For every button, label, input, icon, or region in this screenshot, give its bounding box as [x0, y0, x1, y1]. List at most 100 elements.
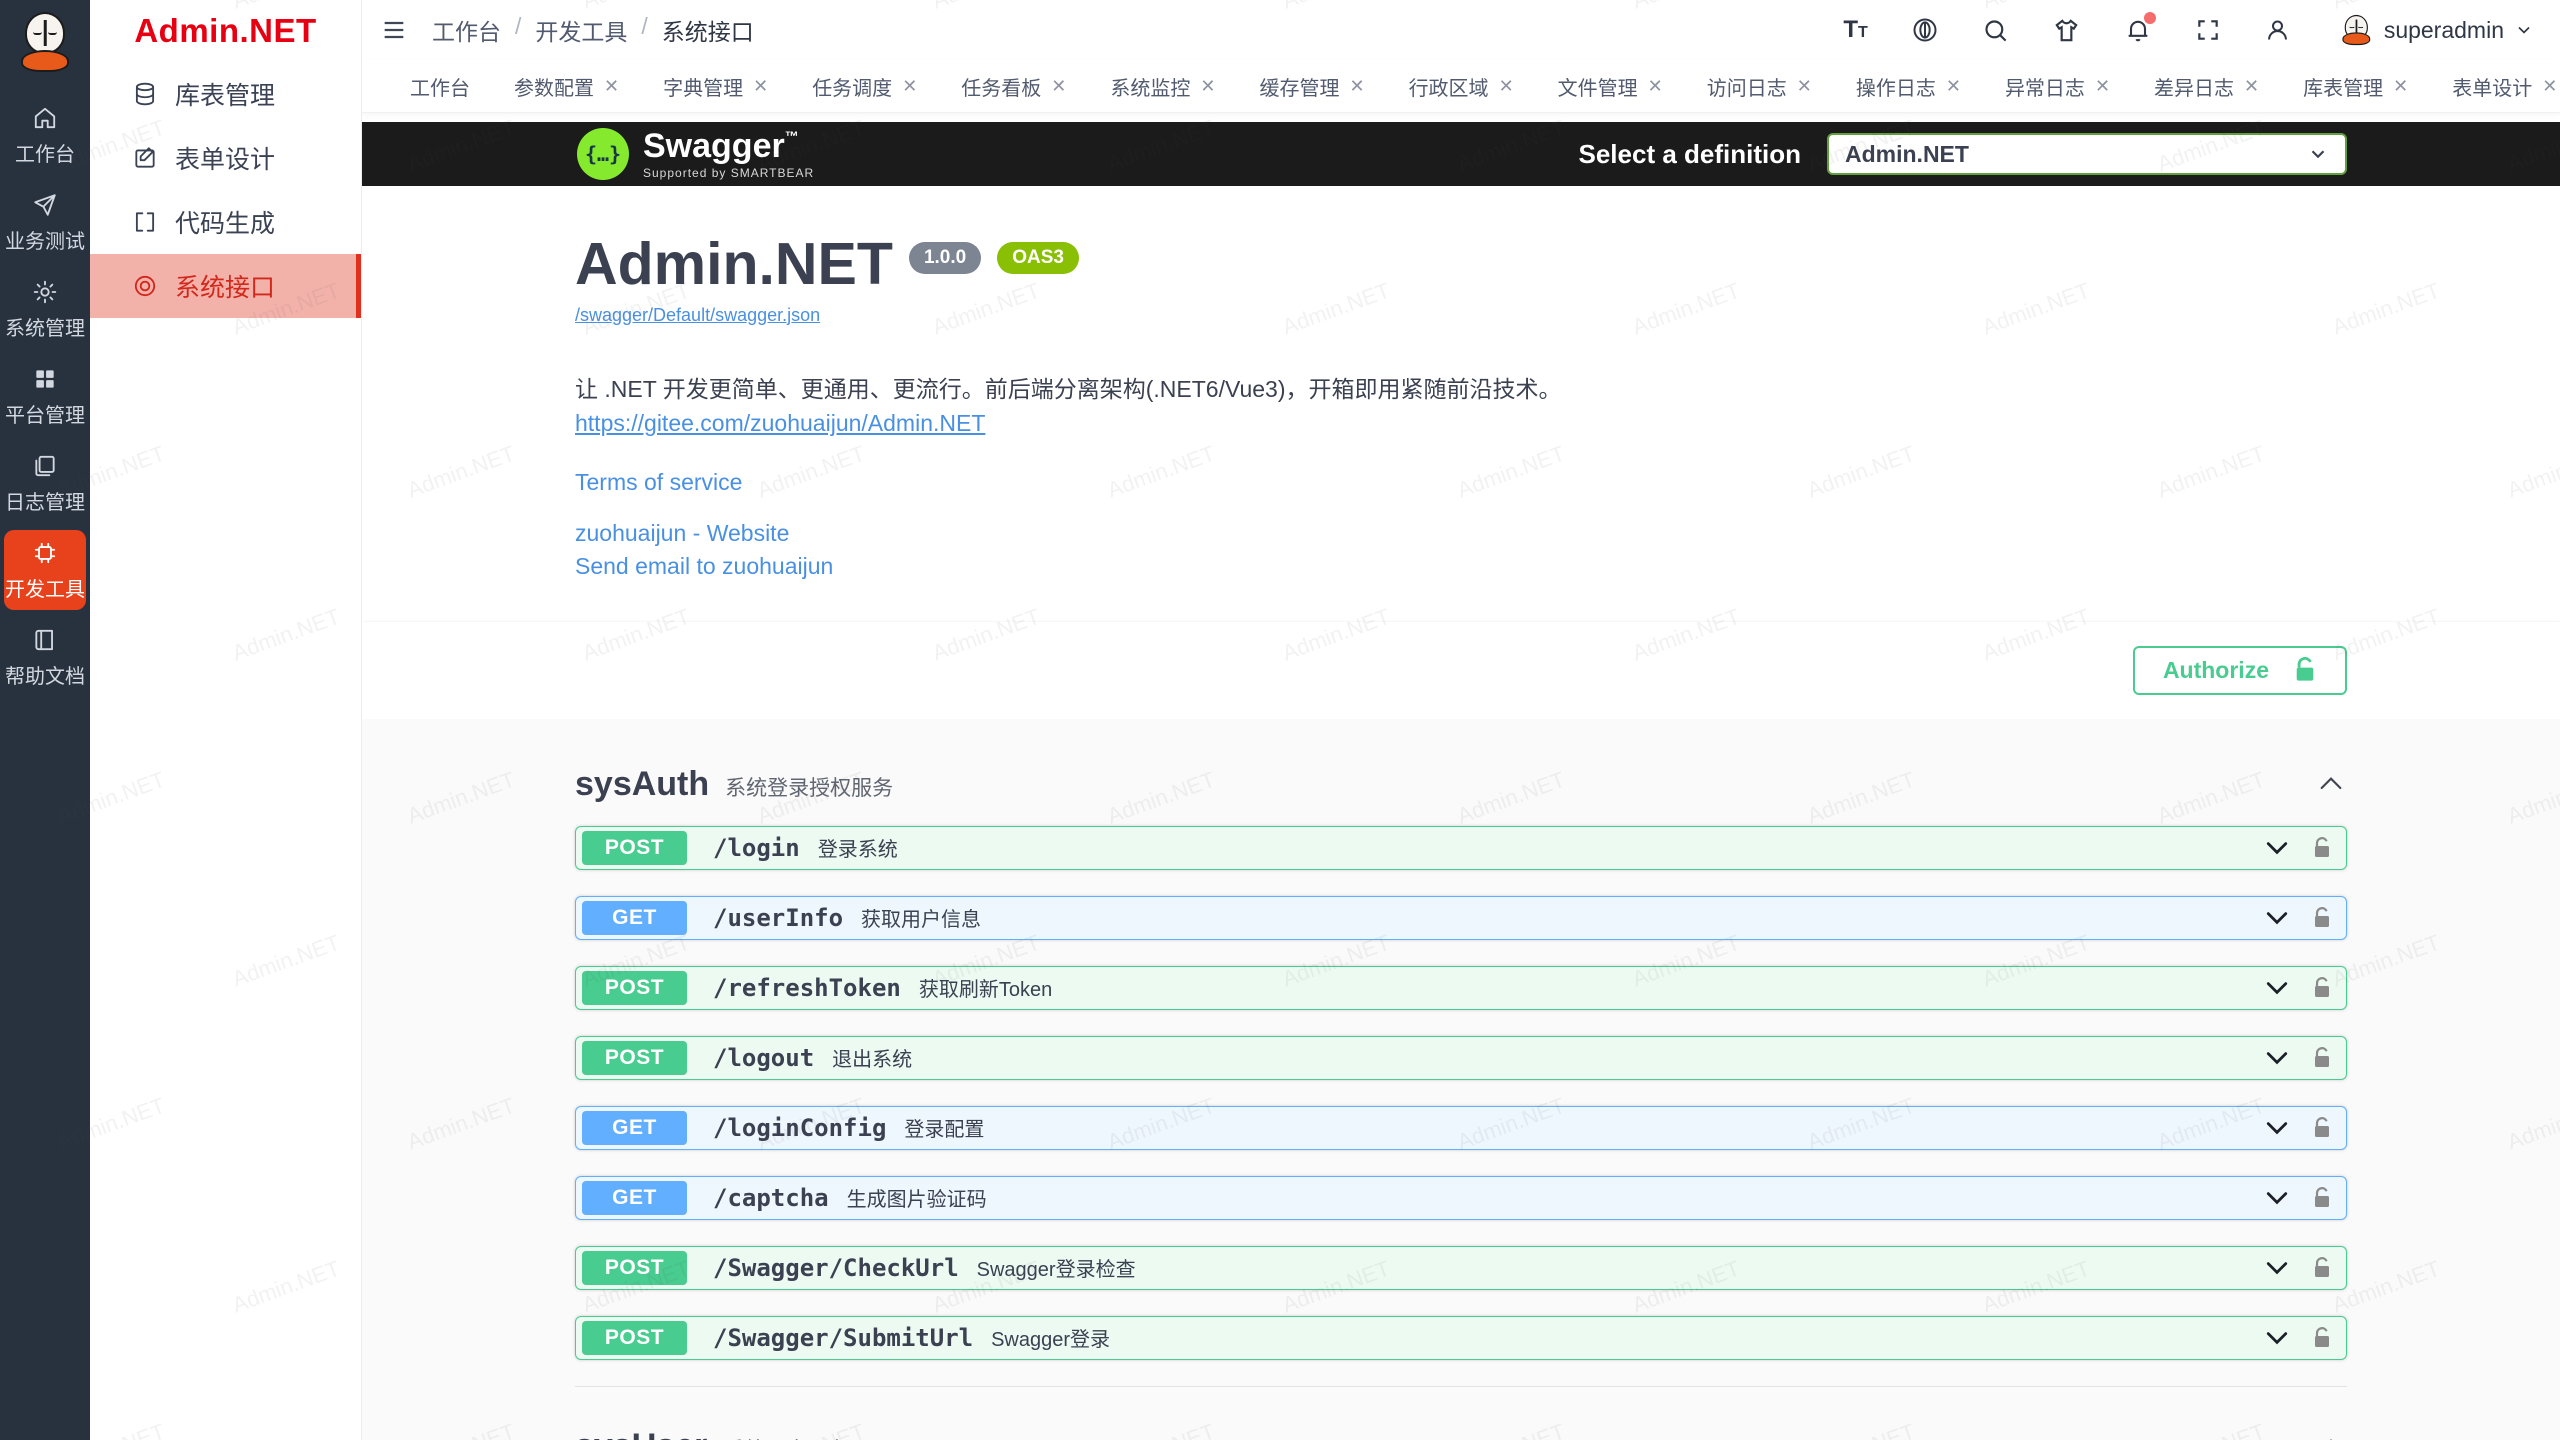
user-menu[interactable]: superadmin [2334, 10, 2534, 50]
expand-chevron-icon[interactable] [2262, 973, 2292, 1003]
rail-item-chip[interactable]: 开发工具 [4, 530, 86, 610]
endpoint-row[interactable]: POST /Swagger/CheckUrl Swagger登录检查 [575, 1246, 2347, 1290]
tab-close-icon[interactable]: ✕ [1946, 77, 1961, 95]
tab-close-icon[interactable]: ✕ [1648, 77, 1663, 95]
rail-item-logs[interactable]: 日志管理 [4, 443, 86, 523]
tab-item[interactable]: 操作日志✕ [1838, 65, 1979, 108]
lock-icon[interactable] [2312, 836, 2332, 860]
endpoint-row[interactable]: POST /refreshToken 获取刷新Token [575, 966, 2347, 1010]
tab-item[interactable]: 访问日志✕ [1689, 65, 1830, 108]
language-icon[interactable] [1911, 16, 1939, 44]
book-icon [32, 627, 58, 653]
tab-item[interactable]: 系统监控✕ [1092, 65, 1233, 108]
tag-header-sysUser[interactable]: sysUser 系统用户服务 [575, 1421, 2347, 1440]
sidebar-item-code[interactable]: 代码生成 [90, 190, 361, 254]
tab-close-icon[interactable]: ✕ [753, 77, 768, 95]
tag-header-sysAuth[interactable]: sysAuth 系统登录授权服务 [575, 759, 2347, 826]
endpoint-row[interactable]: POST /Swagger/SubmitUrl Swagger登录 [575, 1316, 2347, 1360]
endpoint-row[interactable]: GET /captcha 生成图片验证码 [575, 1176, 2347, 1220]
email-link[interactable]: Send email to zuohuaijun [575, 553, 2347, 580]
expand-chevron-icon[interactable] [2262, 1113, 2292, 1143]
swagger-logo-icon: {…} [575, 126, 631, 182]
sidebar-item-db[interactable]: 库表管理 [90, 62, 361, 126]
font-size-icon[interactable]: TT [1843, 16, 1867, 44]
lock-icon[interactable] [2312, 906, 2332, 930]
authorize-button[interactable]: Authorize [2133, 646, 2347, 695]
breadcrumb-item[interactable]: 工作台 [432, 13, 501, 47]
rail-item-book[interactable]: 帮助文档 [4, 617, 86, 697]
endpoint-row[interactable]: GET /loginConfig 登录配置 [575, 1106, 2347, 1150]
expand-chevron-icon[interactable] [2262, 1323, 2292, 1353]
form-icon [132, 145, 158, 171]
sidebar-item-form[interactable]: 表单设计 [90, 126, 361, 190]
rail-item-send[interactable]: 业务测试 [4, 182, 86, 262]
sidebar-item-label: 库表管理 [175, 76, 275, 112]
endpoint-row[interactable]: POST /login 登录系统 [575, 826, 2347, 870]
rail-item-gear[interactable]: 系统管理 [4, 269, 86, 349]
theme-icon[interactable] [2052, 16, 2081, 45]
user-icon[interactable] [2264, 17, 2291, 44]
tab-close-icon[interactable]: ✕ [2095, 77, 2110, 95]
tab-close-icon[interactable]: ✕ [1499, 77, 1514, 95]
tab-item[interactable]: 缓存管理✕ [1241, 65, 1382, 108]
tab-item[interactable]: 库表管理✕ [2285, 65, 2426, 108]
breadcrumb-separator: / [641, 13, 647, 47]
tab-close-icon[interactable]: ✕ [1200, 77, 1215, 95]
spec-json-link[interactable]: /swagger/Default/swagger.json [575, 305, 820, 326]
tag-name: sysAuth [575, 765, 709, 804]
tab-close-icon[interactable]: ✕ [2244, 77, 2259, 95]
tab-close-icon[interactable]: ✕ [1051, 77, 1066, 95]
tab-close-icon[interactable]: ✕ [2542, 77, 2557, 95]
tab-item[interactable]: 任务调度✕ [794, 65, 935, 108]
tab-item[interactable]: 工作台 [392, 65, 488, 108]
endpoint-description: 登录系统 [818, 833, 898, 862]
app-logo-avatar[interactable] [13, 10, 77, 74]
chevron-up-icon[interactable] [2315, 1430, 2347, 1440]
lock-icon[interactable] [2312, 1256, 2332, 1280]
website-link[interactable]: zuohuaijun - Website [575, 520, 2347, 547]
lock-icon[interactable] [2312, 1326, 2332, 1350]
chevron-up-icon[interactable] [2315, 768, 2347, 800]
lock-icon[interactable] [2312, 1186, 2332, 1210]
rail-item-home[interactable]: 工作台 [4, 95, 86, 175]
menu-fold-icon[interactable] [380, 16, 408, 44]
definition-select[interactable]: Admin.NET [1827, 133, 2347, 175]
fullscreen-icon[interactable] [2195, 17, 2221, 43]
tab-close-icon[interactable]: ✕ [2393, 77, 2408, 95]
tab-close-icon[interactable]: ✕ [604, 77, 619, 95]
tab-item[interactable]: 任务看板✕ [943, 65, 1084, 108]
notification-bell-icon[interactable] [2124, 16, 2152, 44]
tab-label: 字典管理 [663, 72, 743, 101]
tab-label: 表单设计 [2452, 72, 2532, 101]
rail-item-grid[interactable]: 平台管理 [4, 356, 86, 436]
tab-close-icon[interactable]: ✕ [1349, 77, 1364, 95]
tab-item[interactable]: 表单设计 ✕ [2434, 65, 2560, 108]
tab-item[interactable]: 行政区域✕ [1391, 65, 1532, 108]
expand-chevron-icon[interactable] [2262, 1043, 2292, 1073]
endpoint-row[interactable]: POST /logout 退出系统 [575, 1036, 2347, 1080]
breadcrumb-item[interactable]: 开发工具 [535, 13, 627, 47]
breadcrumb-item: 系统接口 [662, 13, 754, 47]
search-icon[interactable] [1982, 17, 2009, 44]
tab-item[interactable]: 字典管理 ✕ [645, 65, 786, 108]
tab-close-icon[interactable]: ✕ [902, 77, 917, 95]
expand-chevron-icon[interactable] [2262, 1253, 2292, 1283]
tab-item[interactable]: 参数配置✕ [496, 65, 637, 108]
lock-icon[interactable] [2312, 1046, 2332, 1070]
tab-close-icon[interactable]: ✕ [1797, 77, 1812, 95]
tag-section-sysUser: sysUser 系统用户服务 GET [575, 1421, 2347, 1440]
terms-link[interactable]: Terms of service [575, 469, 2347, 496]
repo-link[interactable]: https://gitee.com/zuohuaijun/Admin.NET [575, 410, 985, 437]
expand-chevron-icon[interactable] [2262, 833, 2292, 863]
brand-logo: Admin.NET [90, 0, 361, 62]
sidebar-item-api[interactable]: 系统接口 [90, 254, 361, 318]
tab-item[interactable]: 异常日志✕ [1987, 65, 2128, 108]
expand-chevron-icon[interactable] [2262, 903, 2292, 933]
swagger-content: {…} Swagger™ Supported by SMARTBEAR Sele… [362, 113, 2560, 1440]
lock-icon[interactable] [2312, 976, 2332, 1000]
tab-item[interactable]: 文件管理✕ [1540, 65, 1681, 108]
tab-item[interactable]: 差异日志✕ [2136, 65, 2277, 108]
expand-chevron-icon[interactable] [2262, 1183, 2292, 1213]
lock-icon[interactable] [2312, 1116, 2332, 1140]
endpoint-row[interactable]: GET /userInfo 获取用户信息 [575, 896, 2347, 940]
